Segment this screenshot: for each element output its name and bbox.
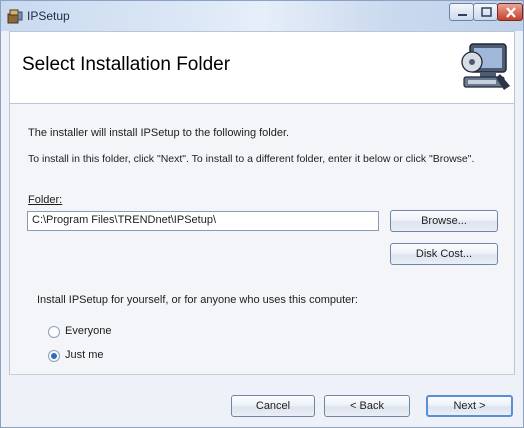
- radio-everyone-label[interactable]: Everyone: [65, 325, 111, 337]
- page-title: Select Installation Folder: [22, 54, 231, 75]
- computer-disc-icon: [461, 43, 510, 90]
- disk-cost-button[interactable]: Disk Cost...: [390, 243, 498, 265]
- header-banner: Select Installation Folder: [9, 31, 515, 104]
- browse-button[interactable]: Browse...: [390, 210, 498, 232]
- minimize-button[interactable]: [449, 3, 474, 21]
- folder-label: Folder:: [28, 194, 62, 206]
- folder-path-input[interactable]: C:\Program Files\TRENDnet\IPSetup\: [27, 211, 379, 231]
- minimize-icon: [458, 14, 467, 16]
- installer-window: IPSetup Select Installation Folder The i…: [0, 0, 524, 428]
- folder-label-text: Folder:: [28, 194, 63, 206]
- title-bar[interactable]: IPSetup: [1, 1, 523, 31]
- cancel-button[interactable]: Cancel: [231, 395, 315, 417]
- install-for-question: Install IPSetup for yourself, or for any…: [37, 294, 358, 306]
- maximize-icon: [481, 7, 492, 17]
- radio-selected-dot: [51, 353, 57, 359]
- radio-just-me-label[interactable]: Just me: [65, 349, 104, 361]
- installer-app-icon: [7, 9, 23, 24]
- back-button[interactable]: < Back: [324, 395, 410, 417]
- radio-everyone[interactable]: [48, 326, 60, 338]
- next-button[interactable]: Next >: [426, 395, 513, 417]
- instructions-text: To install in this folder, click "Next".…: [28, 153, 475, 165]
- intro-text: The installer will install IPSetup to th…: [28, 127, 290, 139]
- window-title: IPSetup: [27, 9, 70, 23]
- maximize-button[interactable]: [473, 3, 498, 21]
- close-button[interactable]: [497, 3, 523, 21]
- close-icon: [506, 7, 516, 18]
- radio-just-me[interactable]: [48, 350, 60, 362]
